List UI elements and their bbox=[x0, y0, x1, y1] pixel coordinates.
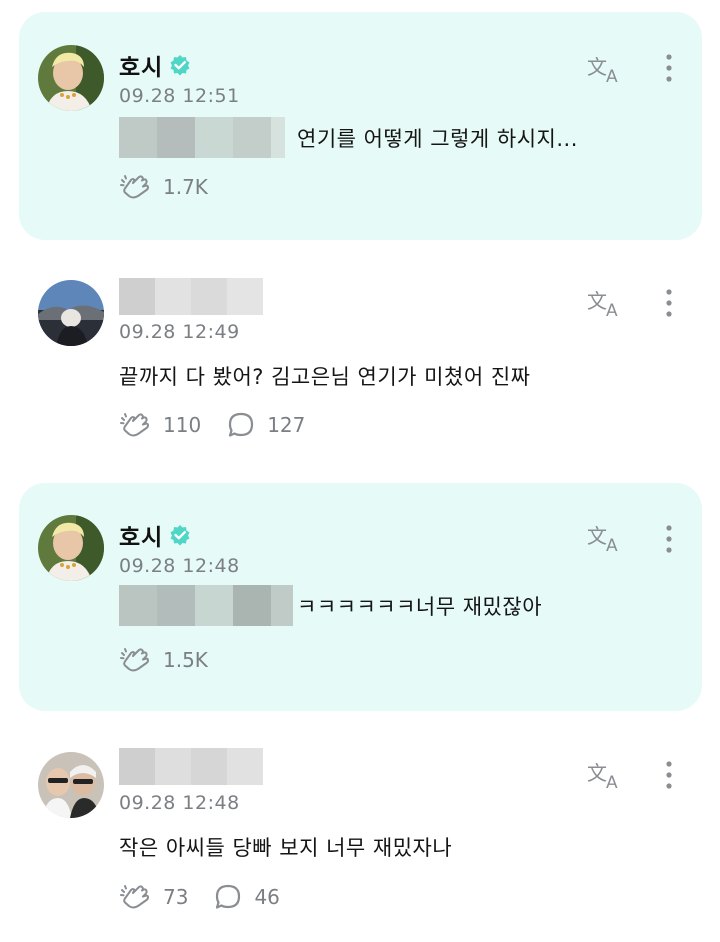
avatar[interactable] bbox=[38, 45, 104, 111]
verified-badge-icon bbox=[169, 54, 191, 76]
like-count: 110 bbox=[163, 413, 202, 437]
svg-text:A: A bbox=[606, 536, 618, 553]
artist-comment-card: 호시 09.28 12:48 ㅋㅋㅋㅋㅋㅋ너무 재밌잖아 1.5K 文 A bbox=[19, 483, 702, 711]
comment-actions: 110 127 bbox=[119, 410, 331, 440]
svg-text:文: 文 bbox=[587, 524, 607, 548]
avatar[interactable] bbox=[38, 752, 104, 818]
reply-count: 127 bbox=[267, 413, 306, 437]
like-count: 1.7K bbox=[163, 175, 208, 199]
blurred-mention bbox=[119, 585, 293, 626]
svg-text:A: A bbox=[606, 773, 618, 790]
clap-like-icon bbox=[120, 885, 149, 909]
translate-icon[interactable]: 文 A bbox=[587, 52, 627, 84]
translate-icon[interactable]: 文 A bbox=[587, 758, 627, 790]
like-button[interactable]: 1.7K bbox=[119, 172, 208, 202]
verified-badge-icon bbox=[169, 524, 191, 546]
blurred-mention bbox=[119, 117, 285, 158]
like-button[interactable]: 73 bbox=[119, 882, 188, 912]
author-row: 호시 bbox=[119, 518, 191, 552]
translate-icon[interactable]: 文 A bbox=[587, 286, 627, 318]
reply-bubble-icon bbox=[229, 412, 254, 437]
like-button[interactable]: 1.5K bbox=[119, 645, 208, 675]
comment-actions: 1.7K bbox=[119, 172, 234, 202]
clap-like-icon bbox=[120, 648, 149, 672]
like-count: 73 bbox=[163, 885, 189, 909]
comment-text: 작은 아씨들 당빠 보지 너무 재밌자나 bbox=[119, 836, 453, 860]
svg-text:文: 文 bbox=[587, 289, 607, 313]
svg-text:A: A bbox=[606, 301, 618, 318]
avatar[interactable] bbox=[38, 280, 104, 346]
timestamp: 09.28 12:48 bbox=[119, 792, 240, 814]
timestamp: 09.28 12:49 bbox=[119, 321, 240, 343]
more-vertical-icon[interactable] bbox=[663, 523, 675, 555]
clap-like-icon bbox=[120, 413, 149, 437]
clap-like-icon bbox=[120, 175, 149, 199]
author-name[interactable]: 호시 bbox=[119, 48, 163, 82]
artist-comment-card: 호시 09.28 12:51 연기를 어떻게 그렇게 하시지... 1.7K 文… bbox=[19, 12, 702, 240]
author-row: 호시 bbox=[119, 48, 191, 82]
fan-comment-card: 09.28 12:49 끝까지 다 봤어? 김고은님 연기가 미쳤어 진짜 11… bbox=[19, 255, 702, 470]
svg-text:文: 文 bbox=[587, 55, 607, 79]
blurred-username bbox=[119, 278, 263, 315]
more-vertical-icon[interactable] bbox=[663, 52, 675, 84]
fan-comment-card: 09.28 12:48 작은 아씨들 당빠 보지 너무 재밌자나 73 46 文… bbox=[19, 725, 702, 942]
comment-actions: 1.5K bbox=[119, 645, 234, 675]
svg-text:文: 文 bbox=[587, 761, 607, 785]
avatar[interactable] bbox=[38, 515, 104, 581]
reply-count: 46 bbox=[254, 885, 280, 909]
comment-text: 끝까지 다 봤어? 김고은님 연기가 미쳤어 진짜 bbox=[119, 365, 531, 389]
timestamp: 09.28 12:51 bbox=[119, 85, 240, 107]
like-count: 1.5K bbox=[163, 648, 208, 672]
author-name[interactable]: 호시 bbox=[119, 518, 163, 552]
comment-body: 연기를 어떻게 그렇게 하시지... bbox=[119, 117, 578, 158]
more-vertical-icon[interactable] bbox=[663, 759, 675, 791]
like-button[interactable]: 110 bbox=[119, 410, 201, 440]
comment-body: ㅋㅋㅋㅋㅋㅋ너무 재밌잖아 bbox=[119, 585, 542, 626]
reply-button[interactable]: 46 bbox=[214, 883, 280, 911]
blurred-username bbox=[119, 748, 263, 785]
svg-text:A: A bbox=[606, 67, 618, 84]
more-vertical-icon[interactable] bbox=[663, 287, 675, 319]
comment-text: ㅋㅋㅋㅋㅋㅋ너무 재밌잖아 bbox=[297, 594, 543, 619]
timestamp: 09.28 12:48 bbox=[119, 555, 240, 577]
reply-button[interactable]: 127 bbox=[227, 411, 305, 439]
translate-icon[interactable]: 文 A bbox=[587, 521, 627, 553]
comment-actions: 73 46 bbox=[119, 882, 306, 912]
reply-bubble-icon bbox=[216, 884, 241, 909]
comment-text: 연기를 어떻게 그렇게 하시지... bbox=[297, 126, 578, 151]
